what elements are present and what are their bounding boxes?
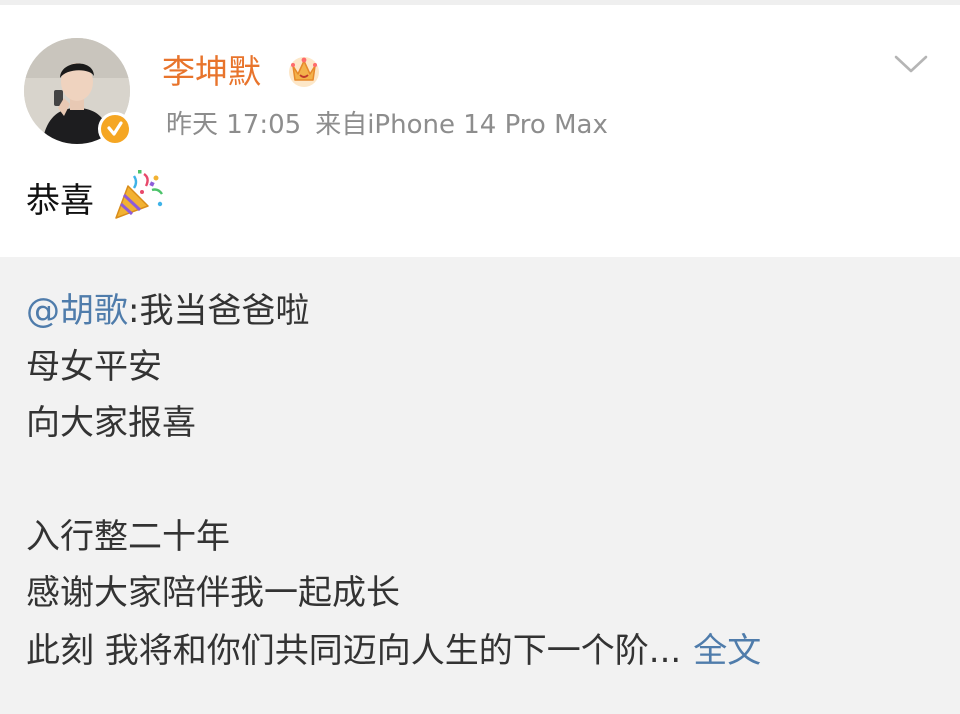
mention-link[interactable]: @胡歌 [26, 291, 128, 331]
repost-line-1: @胡歌:我当爸爸啦 [26, 290, 309, 332]
repost-line-3: 向大家报喜 [26, 403, 196, 443]
repost-line-5: 感谢大家陪伴我一起成长 [26, 573, 400, 613]
full-text-link[interactable]: 全文 [693, 631, 761, 671]
check-icon [107, 121, 123, 136]
repost-line-6: 此刻 我将和你们共同迈向人生的下一个阶... 全文 [26, 630, 761, 672]
verified-badge-icon [98, 112, 132, 146]
crown-vip-icon[interactable] [287, 52, 321, 88]
party-popper-icon [115, 170, 163, 219]
post-time: 昨天 17:05 [166, 110, 302, 140]
repost-line-1-text: :我当爸爸啦 [128, 291, 310, 331]
post-text: 恭喜 [26, 181, 94, 221]
repost-line-4: 入行整二十年 [26, 517, 230, 557]
post-source: 来自iPhone 14 Pro Max [315, 110, 608, 140]
author-name[interactable]: 李坤默 [162, 52, 261, 92]
repost-line-6-text: 此刻 我将和你们共同迈向人生的下一个阶... [26, 631, 682, 671]
repost-line-2: 母女平安 [26, 347, 162, 387]
chevron-down-icon[interactable] [893, 52, 929, 76]
post-meta: 昨天 17:05 来自iPhone 14 Pro Max [166, 108, 608, 142]
